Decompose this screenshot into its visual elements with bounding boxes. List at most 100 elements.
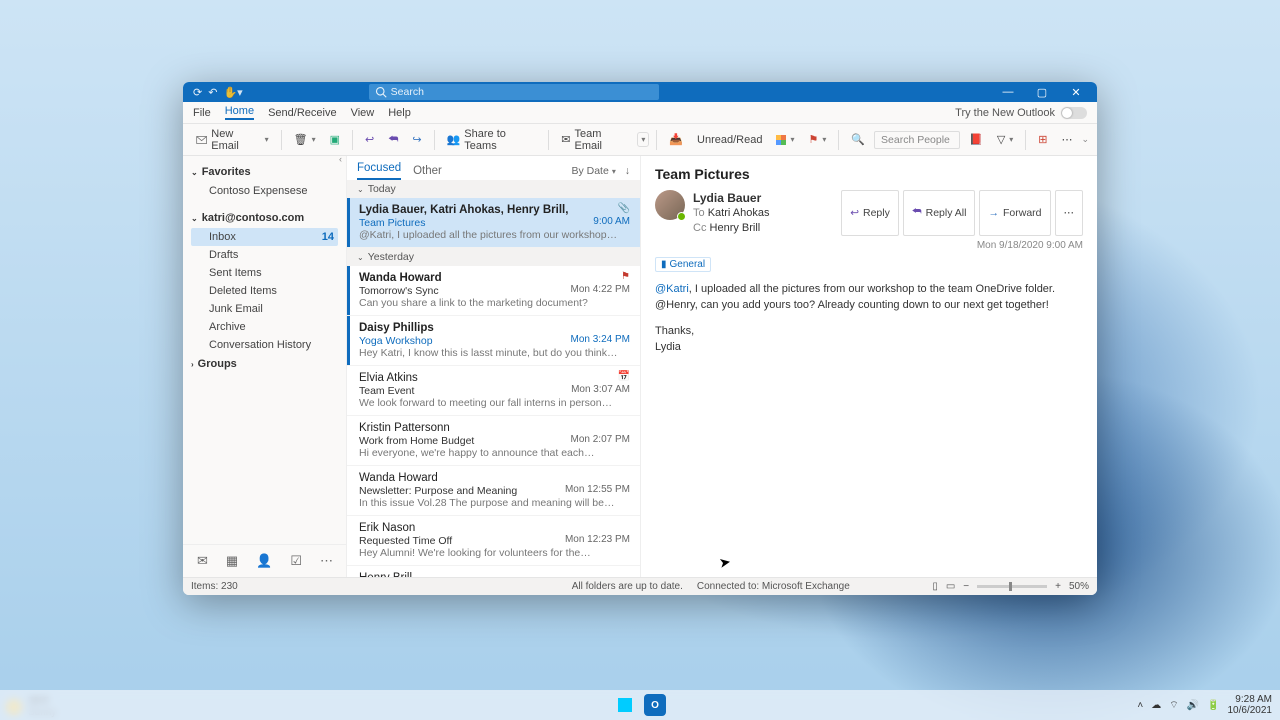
find-button[interactable]: 🔍	[846, 130, 870, 149]
apps-button[interactable]: ⊞	[1033, 130, 1052, 149]
view-reading-icon[interactable]: ▭	[946, 581, 955, 592]
message-list[interactable]: ⌄ TodayLydia Bauer, Katri Ahokas, Henry …	[347, 180, 640, 577]
status-connection: Connected to: Microsoft Exchange	[697, 581, 850, 592]
move-button[interactable]: 📥	[664, 130, 688, 149]
zoom-slider[interactable]	[977, 585, 1047, 588]
tray-battery-icon[interactable]: 🔋	[1207, 700, 1219, 711]
menu-file[interactable]: File	[193, 107, 211, 119]
ribbon-collapse-icon[interactable]: ⌄	[1081, 134, 1089, 145]
channel-chip[interactable]: ▮General	[655, 257, 711, 272]
sender-name: Lydia Bauer	[693, 190, 769, 206]
delete-button[interactable]: 🗑▾	[289, 130, 321, 149]
groups-header[interactable]: ›Groups	[191, 354, 338, 374]
search-input[interactable]: Search	[369, 84, 659, 100]
reply-label: Reply	[863, 207, 890, 219]
mention: @Katri	[655, 283, 689, 295]
sort-direction-icon: ↓	[625, 165, 630, 177]
archive-button[interactable]: ▣	[325, 130, 345, 149]
categorize-button[interactable]: ▾	[771, 132, 799, 148]
people-module-icon[interactable]: 👤	[256, 553, 272, 569]
team-email-dropdown[interactable]: ▾	[637, 132, 649, 147]
folder-conversation-history[interactable]: Conversation History	[191, 336, 338, 354]
search-people-input[interactable]: Search People	[874, 131, 960, 149]
message-item[interactable]: Lydia Bauer, Katri Ahokas, Henry Brill,T…	[347, 198, 640, 248]
reply-all-button[interactable]: ⮪Reply All	[903, 190, 976, 236]
status-items: Items: 230	[191, 581, 238, 592]
message-item[interactable]: Henry BrillProject UpdateMon 11:46 AM	[347, 566, 640, 577]
touch-mode-icon[interactable]: ✋▾	[223, 86, 242, 99]
account-label: katri@contoso.com	[202, 212, 304, 224]
favorites-header[interactable]: ⌄Favorites	[191, 162, 338, 182]
list-group-header[interactable]: ⌄ Yesterday	[347, 248, 640, 266]
folder-drafts[interactable]: Drafts	[191, 246, 338, 264]
try-new-outlook-toggle[interactable]	[1061, 107, 1087, 119]
share-teams-label: Share to Teams	[464, 128, 536, 152]
filter-button[interactable]: ▽▾	[992, 130, 1018, 149]
flag-button[interactable]: ⚑▾	[803, 130, 831, 149]
menu-send-receive[interactable]: Send/Receive	[268, 107, 337, 119]
list-group-header[interactable]: ⌄ Today	[347, 180, 640, 198]
tasks-module-icon[interactable]: ☑	[290, 553, 302, 569]
view-normal-icon[interactable]: ▯	[932, 581, 938, 592]
zoom-out-button[interactable]: −	[963, 581, 969, 592]
more-actions-button[interactable]: ⋯	[1055, 190, 1084, 236]
maximize-button[interactable]: ▢	[1025, 82, 1059, 102]
start-button[interactable]	[614, 694, 636, 716]
tray-chevron-icon[interactable]: ˄	[1137, 700, 1143, 711]
tab-other[interactable]: Other	[413, 165, 442, 177]
menu-home[interactable]: Home	[225, 105, 254, 120]
message-item[interactable]: Erik NasonRequested Time OffHey Alumni! …	[347, 516, 640, 566]
unread-read-label: Unread/Read	[697, 134, 762, 146]
message-item[interactable]: Elvia AtkinsTeam EventWe look forward to…	[347, 366, 640, 416]
share-to-teams-button[interactable]: 👥 Share to Teams	[442, 125, 542, 155]
message-time: Mon 2:07 PM	[571, 434, 630, 445]
sort-dropdown[interactable]: By Date▾ ↓	[571, 165, 630, 177]
forward-icon-button[interactable]: ↪	[407, 130, 426, 149]
more-ribbon-button[interactable]: ⋯	[1056, 130, 1077, 149]
new-email-button[interactable]: New Email ▾	[191, 125, 274, 155]
reply-all-icon-button[interactable]: ⮪	[383, 130, 403, 149]
team-email-button[interactable]: ✉ Team Email	[556, 125, 633, 155]
folder-archive[interactable]: Archive	[191, 318, 338, 336]
message-item[interactable]: Daisy PhillipsYoga WorkshopHey Katri, I …	[347, 316, 640, 366]
tray-onedrive-icon[interactable]: ☁	[1151, 700, 1161, 711]
menu-view[interactable]: View	[351, 107, 375, 119]
mail-small-icon: ✉	[561, 133, 570, 146]
menu-help[interactable]: Help	[388, 107, 411, 119]
message-item[interactable]: Kristin PattersonnWork from Home BudgetH…	[347, 416, 640, 466]
minimize-button[interactable]: —	[991, 82, 1025, 102]
statusbar: Items: 230 All folders are up to date. C…	[183, 577, 1097, 595]
folder-contoso-expenses[interactable]: Contoso Expensese	[191, 182, 338, 200]
close-button[interactable]: ✕	[1059, 82, 1093, 102]
outlook-window: ⟳ ↶ ✋▾ Search — ▢ ✕ File Home Send/Recei…	[183, 82, 1097, 595]
reply-button[interactable]: ↩Reply	[841, 190, 899, 236]
address-book-icon: 📕	[969, 133, 983, 146]
folder-inbox[interactable]: Inbox14	[191, 228, 338, 246]
calendar-module-icon[interactable]: ▦	[226, 553, 238, 569]
more-modules-icon[interactable]: ⋯	[320, 553, 333, 569]
sender-avatar[interactable]	[655, 190, 685, 220]
account-header[interactable]: ⌄katri@contoso.com	[191, 208, 338, 228]
mail-module-icon[interactable]: ✉	[197, 553, 208, 569]
tray-clock[interactable]: 9:28 AM 10/6/2021	[1228, 694, 1273, 716]
folder-junk[interactable]: Junk Email	[191, 300, 338, 318]
tray-volume-icon[interactable]: 🔊	[1187, 700, 1199, 711]
tray-wifi-icon[interactable]: ⌔	[1169, 699, 1178, 712]
tab-focused[interactable]: Focused	[357, 162, 401, 180]
message-item[interactable]: Wanda HowardNewsletter: Purpose and Mean…	[347, 466, 640, 516]
forward-button[interactable]: →Forward	[979, 190, 1050, 236]
address-book-button[interactable]: 📕	[964, 130, 988, 149]
message-time: Mon 4:22 PM	[571, 284, 630, 295]
unread-read-button[interactable]: Unread/Read	[692, 131, 767, 149]
folder-deleted[interactable]: Deleted Items	[191, 282, 338, 300]
sync-icon[interactable]: ⟳	[193, 86, 202, 99]
folder-sent[interactable]: Sent Items	[191, 264, 338, 282]
message-item[interactable]: Wanda HowardTomorrow's SyncCan you share…	[347, 266, 640, 316]
taskbar-outlook[interactable]: O	[644, 694, 666, 716]
calendar-icon: 📅	[618, 371, 630, 382]
zoom-in-button[interactable]: +	[1055, 581, 1061, 592]
reply-icon-button[interactable]: ↩	[360, 130, 379, 149]
collapse-nav-icon[interactable]: ‹	[339, 154, 342, 164]
body-signature: Lydia	[655, 340, 1083, 356]
undo-icon[interactable]: ↶	[208, 86, 217, 99]
